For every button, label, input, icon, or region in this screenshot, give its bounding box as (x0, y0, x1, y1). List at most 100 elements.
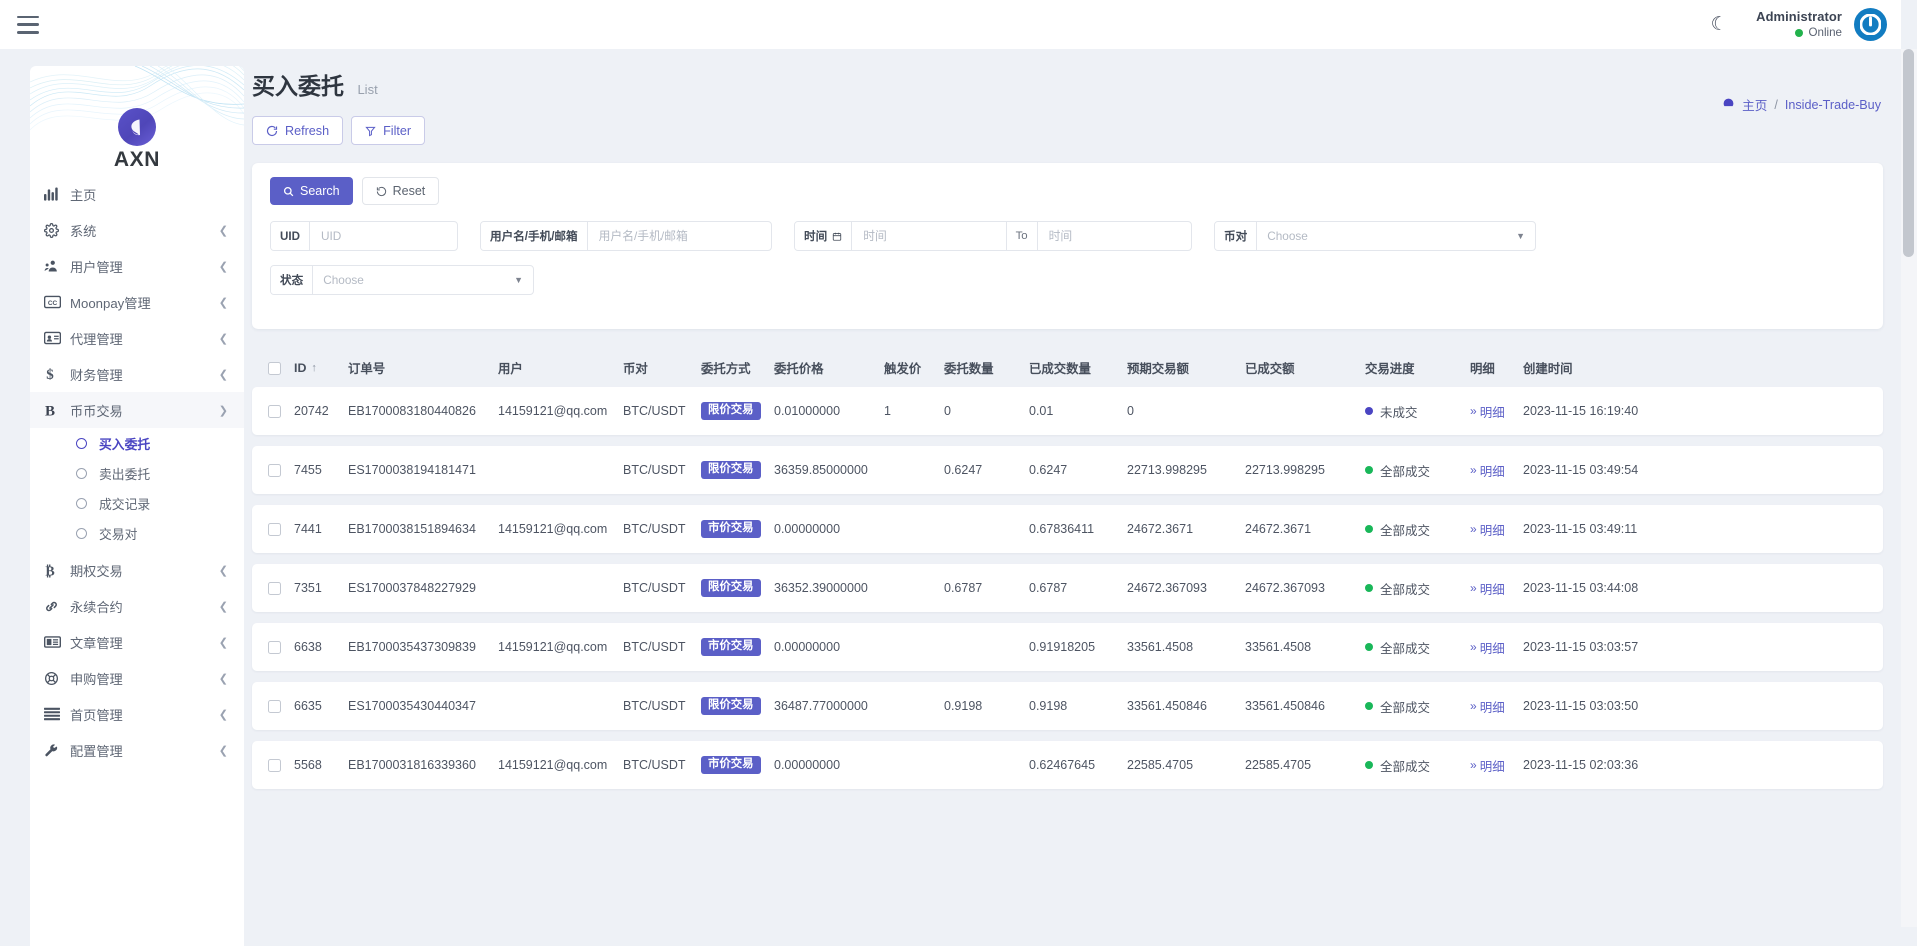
row-checkbox[interactable] (268, 758, 281, 772)
row-select-cell (258, 463, 294, 477)
table-row[interactable]: 7455 ES1700038194181471 BTC/USDT 限价交易 36359.… (252, 446, 1883, 494)
sidebar-subitem-buy-order[interactable]: 买入委托 (30, 428, 244, 458)
column-header-detail: 明细 (1470, 362, 1495, 376)
sidebar-item-system[interactable]: 系统 ❮ (30, 212, 244, 248)
detail-link[interactable]: » 明细 (1470, 756, 1505, 775)
cell-order-qty: 0.6247 (944, 463, 983, 477)
table-header-row: ID ↑ 订单号 用户 币对 委托方式 委托价格 触发价 委托数量 已成交数量 … (252, 349, 1883, 387)
detail-link[interactable]: » 明细 (1470, 638, 1505, 657)
pair-select[interactable]: Choose ▼ (1257, 222, 1535, 250)
column-header-mode: 委托方式 (701, 362, 751, 376)
row-checkbox[interactable] (268, 463, 281, 477)
table-row[interactable]: 6638 EB1700035437309839 14159121@qq.com BTC… (252, 623, 1883, 671)
sidebar-item-label: 申购管理 (70, 671, 123, 687)
user-info: Administrator Online (1756, 9, 1842, 41)
detail-link-label: 明细 (1479, 641, 1505, 656)
cell-progress: 全部成交 (1365, 638, 1470, 657)
table-row[interactable]: 7351 ES1700037848227929 BTC/USDT 限价交易 36352.… (252, 564, 1883, 612)
time-to-input[interactable] (1037, 222, 1191, 250)
detail-link[interactable]: » 明细 (1470, 697, 1505, 716)
svg-text:B: B (45, 404, 55, 419)
sidebar-item-coin-trade[interactable]: B 币币交易 ❯ (30, 392, 244, 428)
search-button[interactable]: Search (270, 177, 353, 205)
sidebar-item-label: Moonpay管理 (70, 295, 151, 311)
order-mode-badge: 限价交易 (701, 578, 761, 598)
row-select-cell (258, 581, 294, 595)
status-badge: 全部成交 (1380, 641, 1431, 656)
sidebar-item-label: 系统 (70, 223, 97, 239)
sidebar-subitem-sell-order[interactable]: 卖出委托 (30, 458, 244, 488)
breadcrumb: 主页 / Inside-Trade-Buy (1722, 67, 1881, 114)
page-title: 买入委托 (252, 73, 344, 99)
cell-order-qty: 0 (944, 404, 951, 418)
reset-button-label: Reset (392, 184, 426, 198)
row-checkbox[interactable] (268, 522, 281, 536)
chevron-left-icon: ❮ (218, 260, 228, 273)
row-checkbox[interactable] (268, 404, 281, 418)
sidebar-subitem-trade-pair[interactable]: 交易对 (30, 518, 244, 548)
cell-filled-amount: 33561.4508 (1245, 640, 1312, 654)
breadcrumb-current[interactable]: Inside-Trade-Buy (1785, 98, 1881, 112)
sidebar-item-finance-management[interactable]: $ 财务管理 ❮ (30, 356, 244, 392)
uid-field-group: UID (270, 221, 458, 251)
sidebar-item-article-management[interactable]: 文章管理 ❮ (30, 624, 244, 660)
sidebar-item-moonpay-management[interactable]: CC Moonpay管理 ❮ (30, 284, 244, 320)
row-checkbox[interactable] (268, 581, 281, 595)
vertical-scrollbar[interactable] (1901, 49, 1917, 927)
cell-order-no: EB1700035437309839 (348, 640, 476, 654)
detail-link[interactable]: » 明细 (1470, 579, 1505, 598)
moon-icon[interactable]: ☾ (1702, 8, 1736, 42)
cell-created-time: 2023-11-15 16:19:40 (1523, 404, 1639, 418)
sidebar-item-user-management[interactable]: 用户管理 ❮ (30, 248, 244, 284)
filter-button[interactable]: Filter (351, 116, 426, 145)
time-from-input[interactable] (852, 222, 1006, 250)
refresh-button-label: Refresh (285, 123, 330, 138)
column-header-progress: 交易进度 (1365, 362, 1415, 376)
search-button-label: Search (300, 184, 340, 198)
avatar[interactable] (1854, 8, 1887, 41)
sidebar-item-subscription-management[interactable]: 申购管理 ❮ (30, 660, 244, 696)
sidebar-item-label: 代理管理 (70, 331, 123, 347)
detail-link[interactable]: » 明细 (1470, 461, 1505, 480)
cell-user: 14159121@qq.com (498, 404, 608, 418)
row-checkbox[interactable] (268, 640, 281, 654)
table-row[interactable]: 20742 EB1700083180440826 14159121@qq.com BT… (252, 387, 1883, 435)
status-badge: 全部成交 (1380, 464, 1431, 479)
column-header-id[interactable]: ID ↑ (294, 361, 348, 375)
cell-filled-amount: 24672.3671 (1245, 522, 1312, 536)
row-checkbox[interactable] (268, 699, 281, 713)
svg-text:₿: ₿ (45, 564, 54, 579)
sidebar-subitem-trade-record[interactable]: 成交记录 (30, 488, 244, 518)
select-all-checkbox[interactable] (268, 361, 281, 375)
cell-detail: » 明细 (1470, 520, 1523, 539)
sidebar-item-perpetual-contract[interactable]: 永续合约 ❮ (30, 588, 244, 624)
hamburger-icon[interactable] (17, 15, 39, 34)
cell-filled-qty: 0.67836411 (1029, 522, 1095, 536)
status-dot-icon (1795, 29, 1804, 38)
cell-price: 0.01000000 (774, 404, 841, 418)
sidebar-item-home[interactable]: 主页 (30, 176, 244, 212)
refresh-button[interactable]: Refresh (252, 116, 344, 145)
table-row[interactable]: 6635 ES1700035430440347 BTC/USDT 限价交易 36487.… (252, 682, 1883, 730)
sidebar-item-option-trade[interactable]: ₿ 期权交易 ❮ (30, 552, 244, 588)
username-input[interactable] (587, 222, 771, 250)
sidebar-item-config-management[interactable]: 配置管理 ❮ (30, 732, 244, 768)
uid-input[interactable] (309, 222, 457, 250)
detail-link[interactable]: » 明细 (1470, 402, 1505, 421)
state-select-value: Choose (323, 273, 364, 287)
detail-link[interactable]: » 明细 (1470, 520, 1505, 539)
cell-filled-amount: 22713.998295 (1245, 463, 1325, 477)
cell-created-time: 2023-11-15 03:44:08 (1523, 581, 1639, 595)
sidebar-item-agent-management[interactable]: 代理管理 ❮ (30, 320, 244, 356)
table-row[interactable]: 5568 EB1700031816339360 14159121@qq.com BTC… (252, 741, 1883, 789)
cell-order-no: ES1700035430440347 (348, 699, 476, 713)
sidebar-item-homepage-management[interactable]: 首页管理 ❮ (30, 696, 244, 732)
refresh-icon (266, 125, 278, 136)
column-header-order: 订单号 (348, 362, 386, 376)
reset-button[interactable]: Reset (361, 177, 440, 205)
state-select[interactable]: Choose ▼ (313, 266, 533, 294)
sidebar-subitem-label: 买入委托 (99, 436, 151, 452)
table-row[interactable]: 7441 EB1700038151894634 14159121@qq.com BTC… (252, 505, 1883, 553)
scrollbar-thumb[interactable] (1903, 49, 1914, 257)
breadcrumb-home-link[interactable]: 主页 (1742, 95, 1767, 114)
